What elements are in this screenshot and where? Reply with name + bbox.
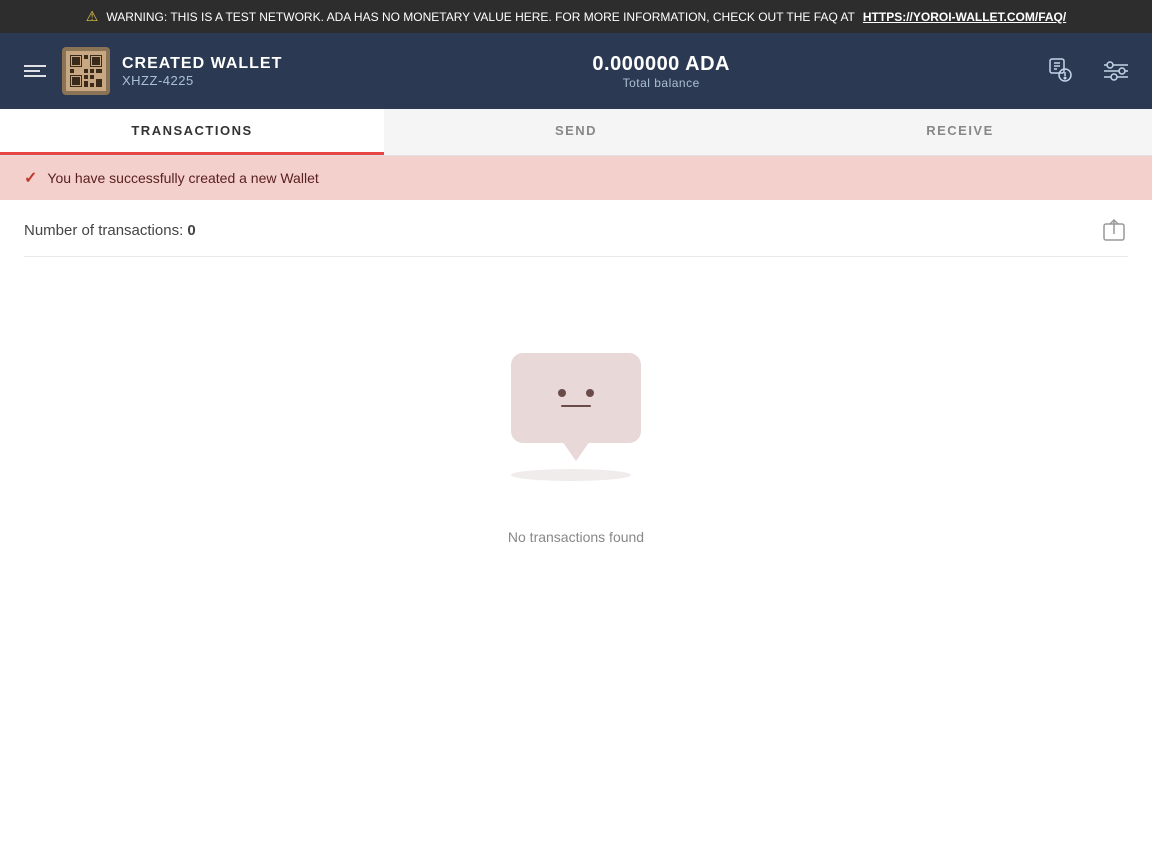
balance-amount: 0.000000 ADA: [592, 53, 730, 76]
balance-label: Total balance: [623, 76, 700, 90]
check-icon: ✓: [24, 168, 37, 188]
header-actions: [1040, 51, 1136, 91]
empty-state: No transactions found: [0, 273, 1152, 605]
wallet-name: CREATED WALLET: [122, 55, 282, 73]
tab-transactions[interactable]: TRANSACTIONS: [0, 109, 384, 155]
warning-bar: ⚠ WARNING: THIS IS A TEST NETWORK. ADA H…: [0, 0, 1152, 33]
wallet-avatar-svg: [66, 51, 106, 91]
transaction-count-value: 0: [187, 222, 195, 239]
filter-button[interactable]: [1096, 51, 1136, 91]
menu-line-1: [24, 65, 46, 67]
bubble-mouth: [561, 405, 591, 407]
menu-line-2: [24, 70, 40, 72]
menu-line-3: [24, 75, 46, 77]
bubble-eye-right: [586, 389, 594, 397]
wallet-avatar: [62, 47, 110, 95]
warning-link[interactable]: HTTPS://YOROI-WALLET.COM/FAQ/: [863, 10, 1066, 24]
wallet-id: XHZZ-4225: [122, 73, 282, 88]
bubble-eyes: [558, 389, 594, 397]
empty-illustration: [511, 353, 641, 481]
empty-text: No transactions found: [508, 529, 644, 545]
wallet-info: CREATED WALLET XHZZ-4225: [122, 55, 282, 88]
warning-icon: ⚠: [86, 8, 99, 25]
export-button[interactable]: [1100, 216, 1128, 244]
notification-button[interactable]: [1040, 51, 1080, 91]
bubble-face: [558, 389, 594, 407]
export-icon: [1100, 216, 1128, 244]
sidebar-toggle-button[interactable]: [16, 57, 54, 85]
header: CREATED WALLET XHZZ-4225 0.000000 ADA To…: [0, 33, 1152, 109]
transaction-count-label: Number of transactions: 0: [24, 222, 196, 239]
tab-bar: TRANSACTIONS SEND RECEIVE: [0, 109, 1152, 156]
transactions-area: Number of transactions: 0: [0, 200, 1152, 273]
notification-icon: [1044, 55, 1076, 87]
speech-bubble: [511, 353, 641, 443]
tab-receive[interactable]: RECEIVE: [768, 109, 1152, 155]
shadow-ellipse: [511, 469, 631, 481]
tab-send[interactable]: SEND: [384, 109, 768, 155]
transactions-header: Number of transactions: 0: [24, 216, 1128, 257]
balance-info: 0.000000 ADA Total balance: [592, 53, 730, 90]
success-banner: ✓ You have successfully created a new Wa…: [0, 156, 1152, 200]
filter-icon: [1100, 55, 1132, 87]
bubble-eye-left: [558, 389, 566, 397]
success-message: You have successfully created a new Wall…: [47, 170, 318, 186]
warning-text: WARNING: THIS IS A TEST NETWORK. ADA HAS…: [106, 10, 855, 24]
